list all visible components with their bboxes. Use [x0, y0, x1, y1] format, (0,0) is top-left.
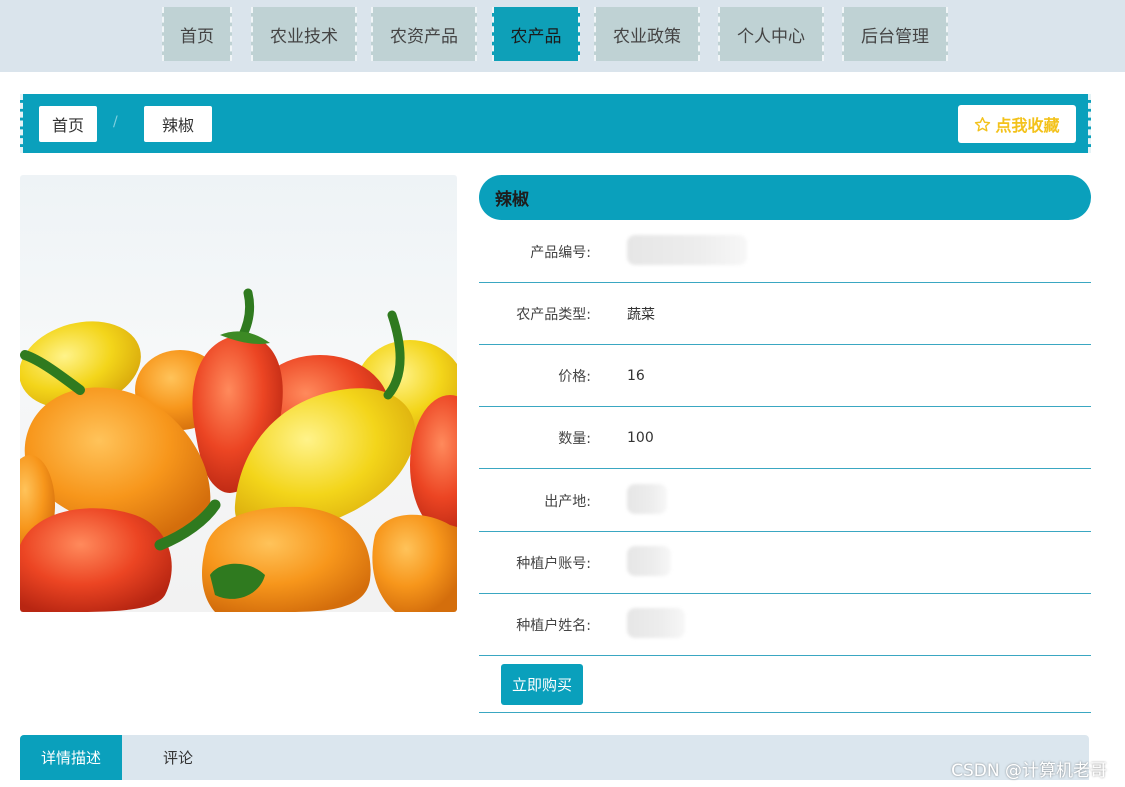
redacted-value [627, 483, 667, 514]
favorite-label: 点我收藏 [995, 116, 1060, 135]
tab-description[interactable]: 详情描述 [20, 735, 122, 780]
breadcrumb-separator: / [113, 114, 118, 130]
field-label: 出产地: [544, 493, 591, 510]
redacted-value [627, 545, 671, 576]
field-label: 种植户账号: [516, 555, 591, 572]
buy-row: 立即购买 [479, 657, 1091, 713]
field-label: 价格: [558, 368, 591, 385]
nav-item-admin[interactable]: 后台管理 [842, 7, 948, 61]
field-price: 价格: 16 [479, 345, 1091, 407]
nav-item-agri-products[interactable]: 农产品 [492, 7, 580, 61]
redacted-value [627, 607, 685, 638]
field-label: 产品编号: [530, 244, 591, 261]
field-label: 数量: [558, 430, 591, 447]
tab-comments[interactable]: 评论 [142, 735, 214, 780]
favorite-button[interactable]: 点我收藏 [958, 105, 1076, 143]
nav-item-agri-tech[interactable]: 农业技术 [251, 7, 357, 61]
field-value: 100 [627, 429, 654, 446]
field-value: 蔬菜 [627, 306, 655, 323]
product-image [20, 175, 457, 612]
field-label: 种植户姓名: [516, 617, 591, 634]
star-outline-icon [975, 116, 991, 132]
breadcrumb-bar: 首页 / 辣椒 点我收藏 [20, 94, 1091, 153]
field-grower-account: 种植户账号: [479, 532, 1091, 594]
breadcrumb-current: 辣椒 [144, 106, 212, 142]
field-origin: 出产地: [479, 470, 1091, 532]
breadcrumb-home[interactable]: 首页 [39, 106, 97, 142]
product-title: 辣椒 [479, 175, 1091, 220]
nav-item-home[interactable]: 首页 [162, 7, 232, 61]
field-product-number: 产品编号: [479, 221, 1091, 283]
field-value [627, 483, 667, 518]
field-value [627, 545, 671, 580]
top-navigation: 首页 农业技术 农资产品 农产品 农业政策 个人中心 后台管理 [0, 0, 1125, 72]
field-grower-name: 种植户姓名: [479, 594, 1091, 656]
watermark: CSDN @计算机老哥 [951, 761, 1107, 781]
nav-item-agri-supplies[interactable]: 农资产品 [371, 7, 477, 61]
field-product-type: 农产品类型: 蔬菜 [479, 283, 1091, 345]
detail-tabs: 详情描述 评论 [20, 735, 1089, 780]
field-quantity: 数量: 100 [479, 407, 1091, 469]
redacted-value [627, 234, 747, 265]
nav-item-personal-center[interactable]: 个人中心 [718, 7, 824, 61]
field-value: 16 [627, 367, 645, 384]
field-value [627, 234, 747, 269]
nav-item-agri-policy[interactable]: 农业政策 [594, 7, 700, 61]
buy-now-button[interactable]: 立即购买 [501, 664, 583, 705]
field-label: 农产品类型: [516, 306, 591, 323]
field-value [627, 607, 685, 642]
